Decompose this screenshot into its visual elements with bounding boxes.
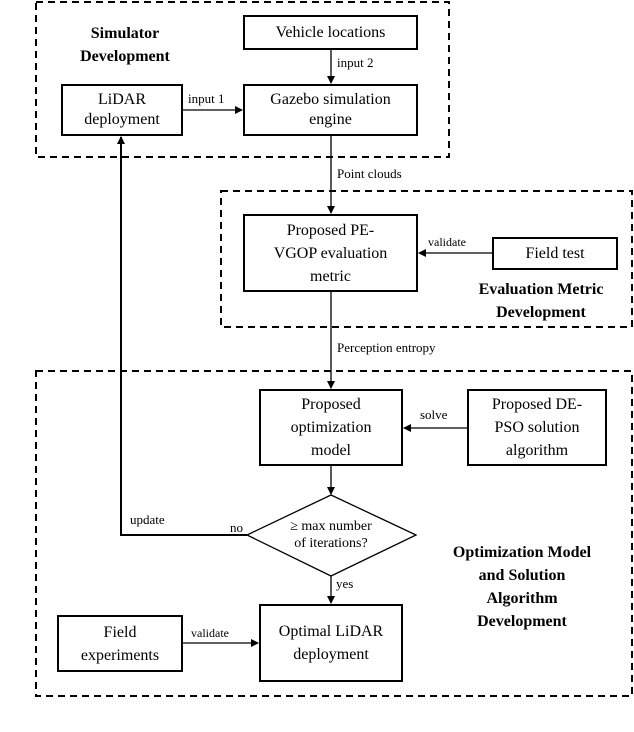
arrow-update-feedback	[117, 136, 247, 536]
label-input1: input 1	[188, 91, 225, 106]
flowchart: Simulator Development Evaluation Metric …	[0, 0, 634, 732]
label-yes: yes	[336, 576, 354, 591]
evaluation-group-title: Evaluation Metric Development	[478, 281, 604, 321]
label-update: update	[130, 512, 165, 527]
vehicle-locations-box: Vehicle locations	[243, 15, 418, 50]
label-point-clouds: Point clouds	[337, 166, 402, 181]
label-perception-entropy: Perception entropy	[337, 340, 436, 355]
field-test-box: Field test	[492, 237, 618, 270]
simulator-group-title: Simulator Development	[80, 25, 170, 65]
label-solve: solve	[420, 407, 448, 422]
optimization-group-title: Optimization Model and Solution Algorith…	[452, 544, 592, 630]
gazebo-engine-box: Gazebo simulation engine	[243, 84, 418, 136]
label-no: no	[230, 520, 243, 535]
de-pso-algorithm-box: Proposed DE- PSO solution algorithm	[467, 389, 607, 466]
decision-text: ≥ max number of iterations?	[290, 519, 372, 551]
optimization-model-box: Proposed optimization model	[259, 389, 403, 466]
label-validate-field-experiments: validate	[191, 626, 229, 640]
field-experiments-box: Field experiments	[57, 615, 183, 672]
label-input2: input 2	[337, 55, 374, 70]
lidar-deployment-box: LiDAR deployment	[61, 84, 183, 136]
pe-vgop-metric-box: Proposed PE- VGOP evaluation metric	[243, 214, 418, 292]
optimal-lidar-deployment-box: Optimal LiDAR deployment	[259, 604, 403, 682]
label-validate-field-test: validate	[428, 235, 466, 249]
